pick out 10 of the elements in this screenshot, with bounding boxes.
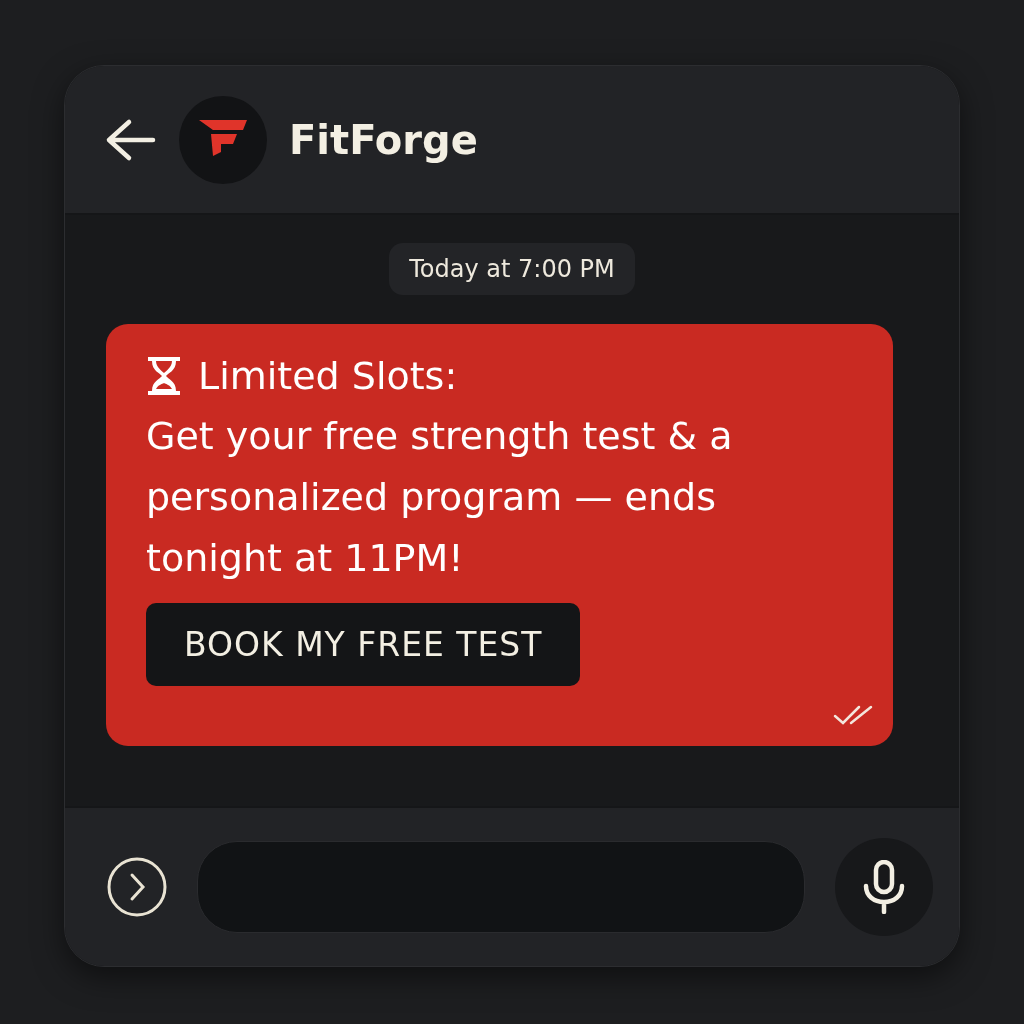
chat-title: FitForge bbox=[289, 116, 478, 163]
timestamp: Today at 7:00 PM bbox=[389, 243, 635, 295]
read-receipt-icon bbox=[833, 704, 875, 726]
message-heading: Limited Slots: bbox=[198, 354, 458, 398]
book-button[interactable]: BOOK MY FREE TEST bbox=[146, 603, 581, 686]
back-button[interactable] bbox=[105, 117, 157, 162]
microphone-icon bbox=[862, 860, 906, 914]
hourglass-icon bbox=[146, 355, 182, 397]
expand-button[interactable] bbox=[107, 857, 167, 917]
message-text: Get your free strength test & a personalized program — ends tonight at 11PM! bbox=[146, 413, 734, 582]
